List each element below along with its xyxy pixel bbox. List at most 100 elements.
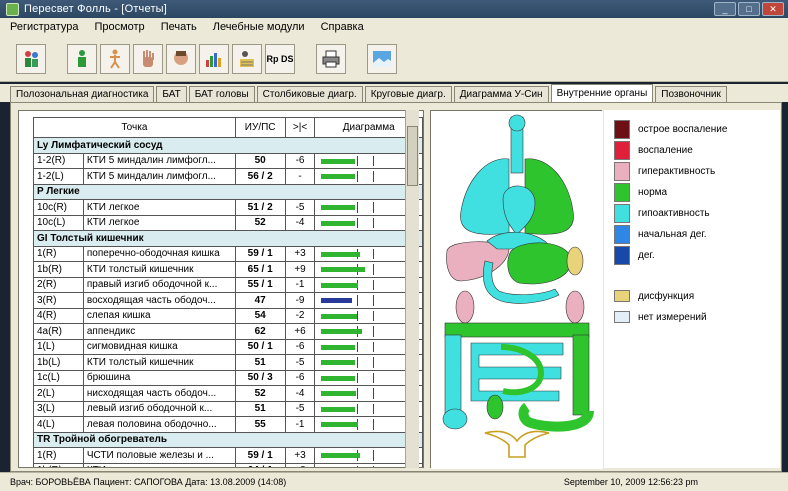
menu-help[interactable]: Справка: [321, 21, 364, 33]
bar-chart-icon[interactable]: [199, 43, 229, 74]
point-code: 3(R): [33, 292, 84, 309]
legend-label: острое воспаление: [638, 124, 728, 135]
point-name: левый изгиб ободочной к...: [82, 400, 236, 417]
point-delta: -5: [284, 400, 316, 417]
table-row[interactable]: 4a(R) аппендикс 62 +6: [33, 323, 423, 340]
menu-treatment-modules[interactable]: Лечебные модули: [213, 21, 305, 33]
tab-bat[interactable]: БАТ: [156, 86, 187, 102]
group-row[interactable]: TR Тройной обогреватель: [33, 431, 423, 448]
point-name: брюшина: [82, 369, 236, 386]
title-bar: Пересвет Фолль - [Отчеты] _ □ ✕: [0, 0, 788, 18]
table-row[interactable]: 2(R) правый изгиб ободочной к... 55 / 1 -1: [33, 276, 423, 293]
table-row[interactable]: 2(L) нисходящая часть ободоч... 52 -4: [33, 385, 423, 402]
point-value: 62: [234, 323, 286, 340]
group-row[interactable]: Ly Лимфатический сосуд: [33, 137, 423, 154]
tab-bar-diagrams[interactable]: Столбиковые диагр.: [256, 86, 363, 102]
table-row[interactable]: 3(R) восходящая часть ободоч... 47 -9: [33, 292, 423, 309]
tab-bat-head[interactable]: БАТ головы: [188, 86, 255, 102]
point-value: 47: [234, 292, 286, 309]
point-code: 1(R): [33, 245, 84, 262]
menu-view[interactable]: Просмотр: [94, 21, 144, 33]
maximize-button[interactable]: □: [738, 2, 760, 16]
table-row[interactable]: 10c(L) КТИ легкое 52 -4: [33, 214, 423, 231]
diagram-bar: [321, 205, 356, 210]
rp-ds-icon[interactable]: Rp DS: [265, 43, 295, 74]
group-row[interactable]: GI Толстый кишечник: [33, 230, 423, 247]
organs-diagram: [430, 110, 603, 469]
point-code: 10c(L): [33, 214, 84, 231]
point-name: ЧСТИ половые железы и ...: [82, 447, 236, 464]
table-row[interactable]: 1(R) ЧСТИ половые железы и ... 59 / 1 +3: [33, 447, 423, 464]
point-value: 51: [234, 354, 286, 371]
table-row[interactable]: 4(R) слепая кишка 54 -2: [33, 307, 423, 324]
legend-item: норма: [614, 183, 667, 202]
diagram-bar: [321, 375, 356, 381]
tab-u-sin-diagram[interactable]: Диаграмма У-Син: [453, 86, 549, 102]
legend-item: острое воспаление: [614, 120, 727, 139]
scrollbar-thumb[interactable]: [407, 126, 418, 186]
point-code: 1(L): [33, 338, 84, 355]
table-row[interactable]: 1b(L) КТИ толстый кишечник 51 -5: [33, 354, 423, 371]
col-point[interactable]: Точка: [33, 117, 236, 138]
tab-pie-diagrams[interactable]: Круговые диагр.: [364, 86, 452, 102]
picture-icon[interactable]: [367, 43, 397, 74]
kidney-right: [455, 290, 475, 324]
points-table-pane: Точка ИУ/ПС >|< Диаграмма Ly Лимфатическ…: [18, 110, 424, 468]
point-value: 50 / 3: [234, 369, 286, 386]
minimize-button[interactable]: _: [714, 2, 736, 16]
legend-label: начальная дег.: [638, 229, 707, 240]
tab-spine[interactable]: Позвоночник: [655, 86, 727, 102]
table-row[interactable]: 1-2(L) КТИ 5 миндалин лимфогл... 56 / 2-: [33, 168, 423, 185]
body-meridians-icon[interactable]: [100, 43, 130, 74]
legend-label: дисфункция: [638, 290, 695, 302]
point-name: сигмовидная кишка: [82, 338, 236, 355]
point-name: левая половина ободочно...: [82, 416, 236, 433]
close-button[interactable]: ✕: [762, 2, 784, 16]
tab-internal-organs[interactable]: Внутренние органы: [550, 84, 654, 102]
point-name: КТИ 5 миндалин лимфогл...: [82, 152, 236, 169]
table-row[interactable]: 1(L) сигмовидная кишка 50 / 1 -6: [33, 338, 423, 355]
table-row[interactable]: 3(L) левый изгиб ободочной к... 51 -5: [33, 400, 423, 417]
point-name: КТИ легкое: [82, 214, 236, 231]
point-name: слепая кишка: [82, 307, 236, 324]
table-scrollbar[interactable]: [405, 110, 419, 468]
point-delta: -6: [284, 369, 316, 386]
patients-icon[interactable]: [16, 43, 46, 74]
table-row[interactable]: 1b(R) КТИ толстый кишечник 65 / 1 +9: [33, 261, 423, 278]
table-row[interactable]: 1c(L) брюшина 50 / 3 -6: [33, 369, 423, 386]
point-code: 1c(L): [33, 369, 84, 386]
points-table: Точка ИУ/ПС >|< Диаграмма Ly Лимфатическ…: [33, 117, 423, 467]
hand-icon[interactable]: [133, 43, 163, 74]
point-value: 54: [234, 307, 286, 324]
legend-swatch: [614, 204, 630, 223]
point-code: 4a(R): [33, 323, 84, 340]
point-value: 64 / 1: [234, 462, 286, 467]
spleen: [566, 246, 584, 276]
table-row[interactable]: 1(R) поперечно-ободочная кишка 59 / 1 +3: [33, 245, 423, 262]
status-datetime: September 10, 2009 12:56:23 pm: [563, 477, 698, 487]
toolbar: Rp DS: [0, 36, 788, 82]
group-title: TR Тройной обогреватель: [33, 431, 423, 448]
col-value[interactable]: ИУ/ПС: [234, 117, 286, 138]
table-row[interactable]: 1b(R)КТИ эндокринная система64 / 1+8: [33, 462, 423, 467]
group-row[interactable]: P Легкие: [33, 183, 423, 200]
legend-swatch: [614, 120, 630, 139]
table-row[interactable]: 10c(R) КТИ легкое 51 / 2 -5: [33, 199, 423, 216]
diagram-bar: [321, 298, 353, 303]
diagram-bar: [321, 158, 356, 164]
group-title: GI Толстый кишечник: [33, 230, 423, 247]
status-bar: Врач: БОРОВЬЁВА Пациент: САПОГОВА Дата: …: [0, 472, 788, 491]
menu-print[interactable]: Печать: [161, 21, 197, 33]
legend-item: гипоактивность: [614, 204, 710, 223]
printer-icon[interactable]: [316, 43, 346, 74]
person-green-icon[interactable]: [67, 43, 97, 74]
table-row[interactable]: 4(L) левая половина ободочно... 55 -1: [33, 416, 423, 433]
col-delta[interactable]: >|<: [284, 117, 316, 138]
menu-registry[interactable]: Регистратура: [10, 21, 78, 33]
measurement-icon[interactable]: [232, 43, 262, 74]
colon-transverse: [444, 322, 590, 338]
colon-ascending: [444, 334, 462, 416]
head-profile-icon[interactable]: [166, 43, 196, 74]
tab-zonal-diagnostics[interactable]: Полозональная диагностика: [10, 86, 155, 102]
table-row[interactable]: 1-2(R) КТИ 5 миндалин лимфогл... 50 -6: [33, 152, 423, 169]
